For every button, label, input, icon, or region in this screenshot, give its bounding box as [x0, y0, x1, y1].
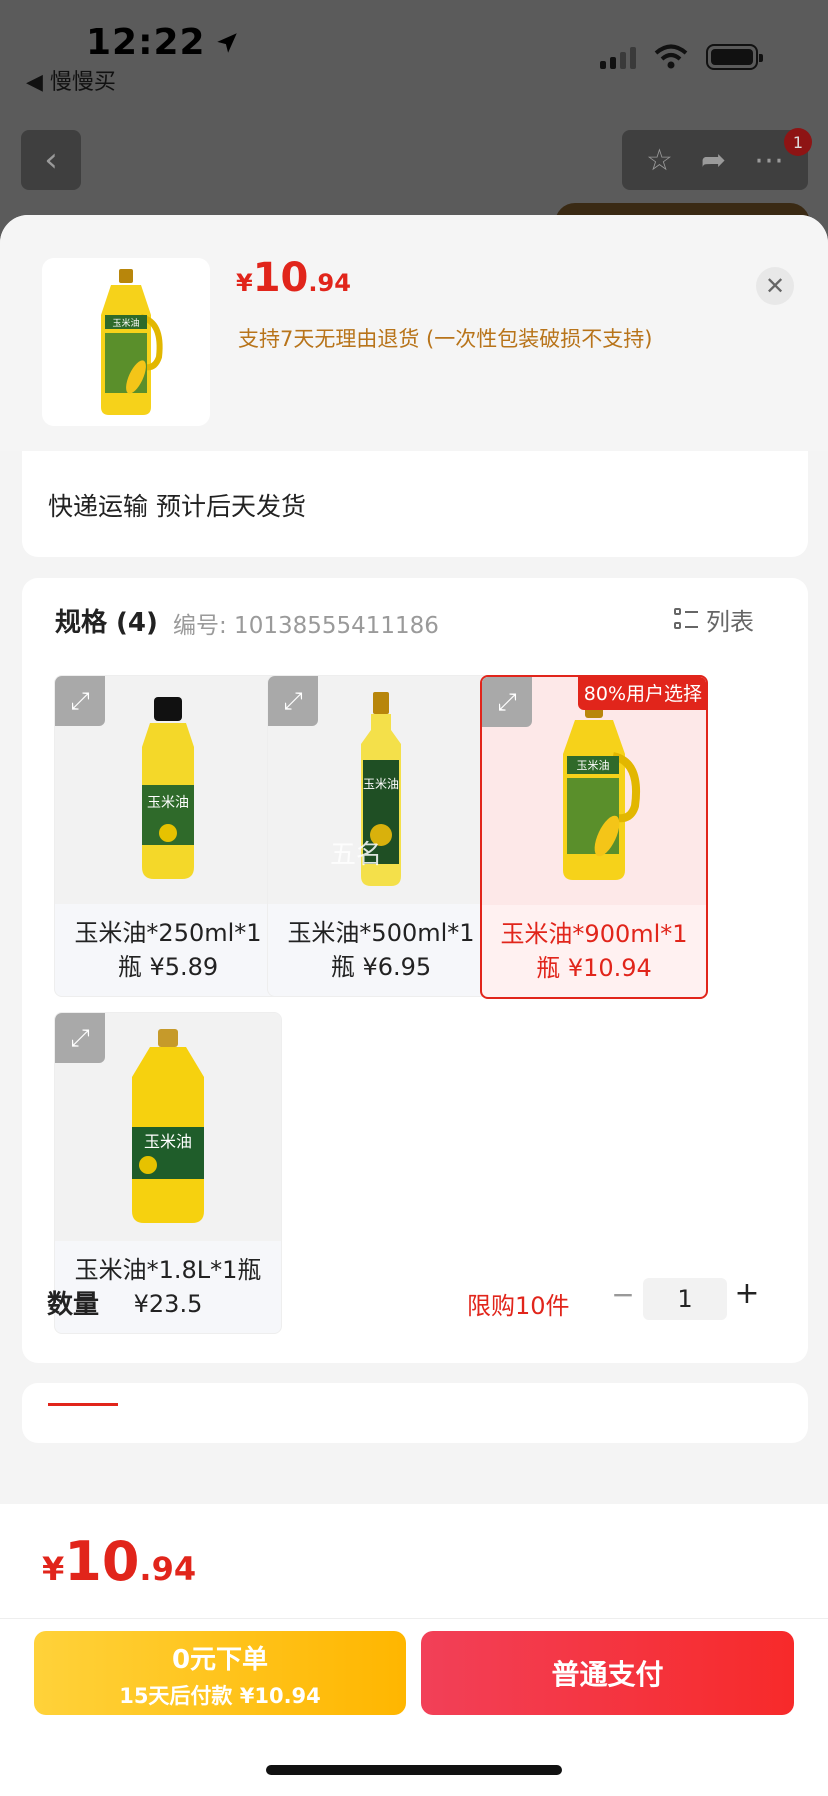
spec-card: 规格 (4) 编号: 10138555411186 列表 玉米油 ⤢ 玉米油*2… [22, 578, 808, 1363]
next-card-peek [22, 1383, 808, 1443]
quantity-decrease-button[interactable]: − [608, 1278, 638, 1318]
option-image: 玉米油 ⤢ 五名 [268, 676, 494, 904]
shipping-text: 快递运输 预计后天发货 [48, 492, 306, 521]
option-label: 玉米油*900ml*1瓶 ¥10.94 [500, 920, 688, 982]
share-icon[interactable]: ➦ [701, 143, 726, 178]
footer-price: ¥10.94 [42, 1530, 197, 1593]
notification-badge: 1 [784, 128, 812, 156]
spec-option-250ml[interactable]: 玉米油 ⤢ 玉米油*250ml*1瓶 ¥5.89 [54, 675, 282, 997]
purchase-limit-text: 限购10件 [467, 1292, 570, 1320]
normal-pay-button[interactable]: 普通支付 [421, 1631, 794, 1715]
return-policy-text: 支持7天无理由退货 (一次性包装破损不支持) [238, 327, 653, 351]
nav-actions: ☆ ➦ ⋯ [622, 130, 808, 190]
quantity-increase-button[interactable]: + [732, 1276, 762, 1316]
list-icon [674, 607, 698, 633]
expand-icon[interactable]: ⤢ [55, 676, 105, 726]
header-price: ¥10.94 [236, 255, 351, 301]
svg-text:玉米油: 玉米油 [363, 777, 399, 791]
location-arrow-icon [216, 32, 237, 53]
svg-text:玉米油: 玉米油 [144, 1132, 192, 1151]
signal-icon [600, 45, 636, 69]
back-to-app-link[interactable]: ◀ 慢慢买 [26, 64, 116, 96]
svg-text:玉米油: 玉米油 [112, 317, 139, 329]
oil-bottle-image: 玉米油 [101, 269, 163, 415]
divider [0, 1618, 828, 1619]
back-button[interactable]: ‹ [21, 130, 81, 190]
svg-text:玉米油: 玉米油 [577, 758, 610, 772]
spec-title: 规格 (4) [55, 608, 158, 638]
quantity-input[interactable]: 1 [643, 1278, 727, 1320]
option-label: 玉米油*250ml*1瓶 ¥5.89 [74, 919, 262, 981]
popular-choice-badge: 80%用户选择 [577, 677, 706, 710]
option-label: 玉米油*500ml*1瓶 ¥6.95 [287, 919, 475, 981]
background-app: 12:22 ◀ 慢慢买 ‹ ☆ ➦ ⋯ 1 [0, 0, 828, 243]
sheet-header: 玉米油 ¥10.94 支持7天无理由退货 (一次性包装破损不支持) ✕ [0, 215, 828, 451]
spec-option-500ml[interactable]: 玉米油 ⤢ 五名 玉米油*500ml*1瓶 ¥6.95 [267, 675, 495, 997]
sku-selection-sheet: 玉米油 ¥10.94 支持7天无理由退货 (一次性包装破损不支持) ✕ 快递运输… [0, 215, 828, 1796]
close-button[interactable]: ✕ [756, 267, 794, 305]
pay-later-button[interactable]: 0元下单 15天后付款 ¥10.94 [34, 1631, 406, 1715]
quantity-label: 数量 [47, 1290, 100, 1320]
spec-option-900ml[interactable]: 玉米油 ⤢ 80%用户选择 玉米油*900ml*1瓶 ¥10.94 [480, 675, 708, 999]
svg-text:玉米油: 玉米油 [147, 795, 189, 811]
battery-icon [706, 44, 763, 70]
expand-icon[interactable]: ⤢ [55, 1013, 105, 1063]
expand-icon[interactable]: ⤢ [268, 676, 318, 726]
expand-icon[interactable]: ⤢ [482, 677, 532, 727]
shipping-card: 快递运输 预计后天发货 [22, 451, 808, 557]
option-image: 玉米油 ⤢ [55, 1013, 281, 1241]
more-icon[interactable]: ⋯ [754, 143, 784, 178]
favorite-star-icon[interactable]: ☆ [646, 143, 673, 178]
wifi-icon [654, 44, 688, 69]
spec-code: 编号: 10138555411186 [173, 613, 439, 639]
option-image: 玉米油 ⤢ [55, 676, 281, 904]
checkout-footer: ¥10.94 0元下单 15天后付款 ¥10.94 普通支付 [0, 1504, 828, 1796]
status-bar: 12:22 ◀ 慢慢买 [0, 0, 828, 110]
list-view-toggle[interactable]: 列表 [674, 602, 754, 637]
system-icons [600, 44, 763, 70]
product-thumbnail: 玉米油 [42, 258, 210, 426]
option-image: 玉米油 ⤢ 80%用户选择 [482, 677, 706, 905]
status-time: 12:22 [86, 22, 240, 63]
watermark-text: 五名 [330, 840, 383, 870]
home-indicator [266, 1765, 562, 1775]
